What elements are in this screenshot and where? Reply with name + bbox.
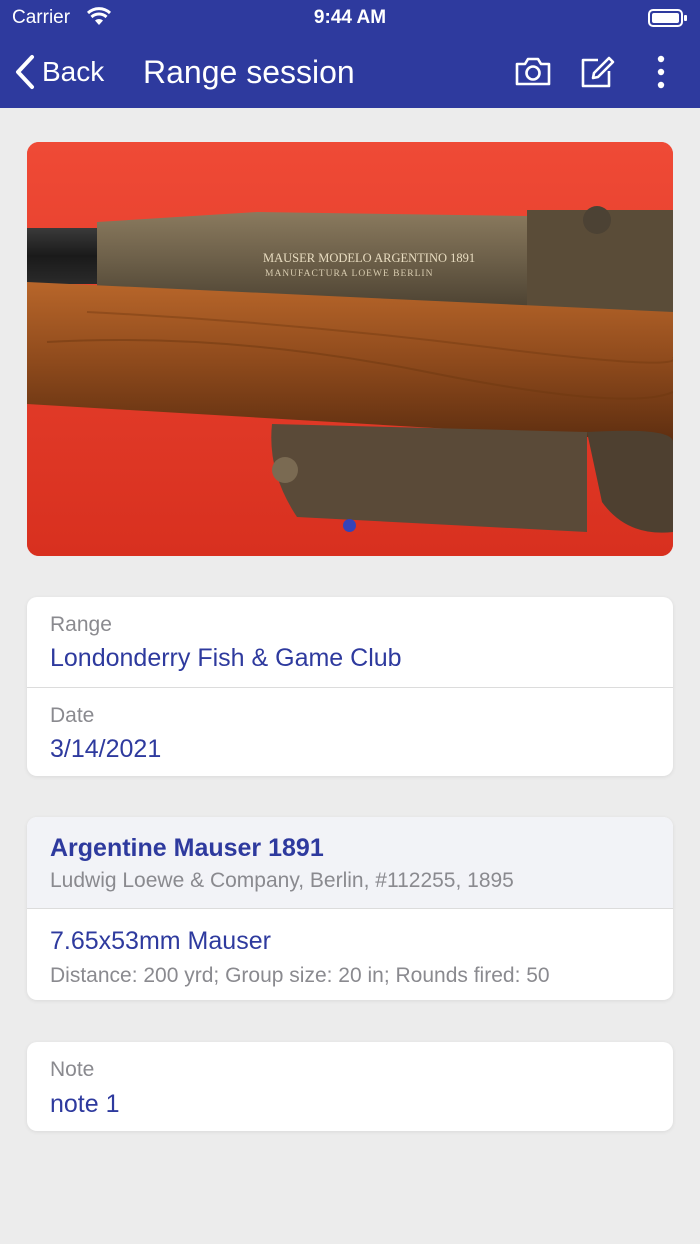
chevron-left-icon [16, 55, 34, 89]
date-label: Date [50, 704, 95, 727]
firearm-name: Argentine Mauser 1891 [50, 834, 324, 862]
photo-carousel[interactable]: MAUSER MODELO ARGENTINO 1891 MANUFACTURA… [27, 142, 673, 556]
back-label: Back [42, 56, 105, 87]
note-value: note 1 [50, 1090, 120, 1118]
firearm-card: Argentine Mauser 1891 Ludwig Loewe & Com… [27, 817, 673, 1000]
range-label: Range [50, 613, 112, 636]
firearm-details: Ludwig Loewe & Company, Berlin, #112255,… [50, 869, 514, 892]
page-title: Range session [143, 54, 355, 90]
note-label: Note [50, 1058, 95, 1081]
date-value: 3/14/2021 [50, 735, 162, 763]
session-info-card: Range Londonderry Fish & Game Club Date … [27, 597, 673, 776]
range-row[interactable]: Range Londonderry Fish & Game Club [27, 597, 673, 687]
page-indicator-dot[interactable] [343, 519, 356, 532]
engraving-line-1: MAUSER MODELO ARGENTINO 1891 [263, 251, 475, 265]
rifle-photo: MAUSER MODELO ARGENTINO 1891 MANUFACTURA… [27, 142, 673, 556]
back-button[interactable]: Back [14, 52, 104, 92]
battery-icon [648, 9, 687, 27]
camera-icon[interactable] [514, 54, 552, 90]
date-row[interactable]: Date 3/14/2021 [27, 687, 673, 776]
note-row[interactable]: Note note 1 [27, 1042, 673, 1131]
firearm-row[interactable]: Argentine Mauser 1891 Ludwig Loewe & Com… [27, 817, 673, 908]
shooting-stats: Distance: 200 yrd; Group size: 20 in; Ro… [50, 964, 550, 987]
status-bar: Carrier 9:44 AM [0, 0, 700, 34]
ammo-row[interactable]: 7.65x53mm Mauser Distance: 200 yrd; Grou… [27, 908, 673, 1000]
range-value: Londonderry Fish & Game Club [50, 644, 402, 672]
note-card[interactable]: Note note 1 [27, 1042, 673, 1131]
status-time: 9:44 AM [313, 7, 387, 28]
nav-bar: Back Range session [0, 34, 700, 108]
engraving-line-2: MANUFACTURA LOEWE BERLIN [265, 269, 433, 279]
ammo-name: 7.65x53mm Mauser [50, 927, 271, 955]
edit-icon[interactable] [578, 54, 616, 90]
more-options-icon[interactable] [642, 54, 680, 90]
